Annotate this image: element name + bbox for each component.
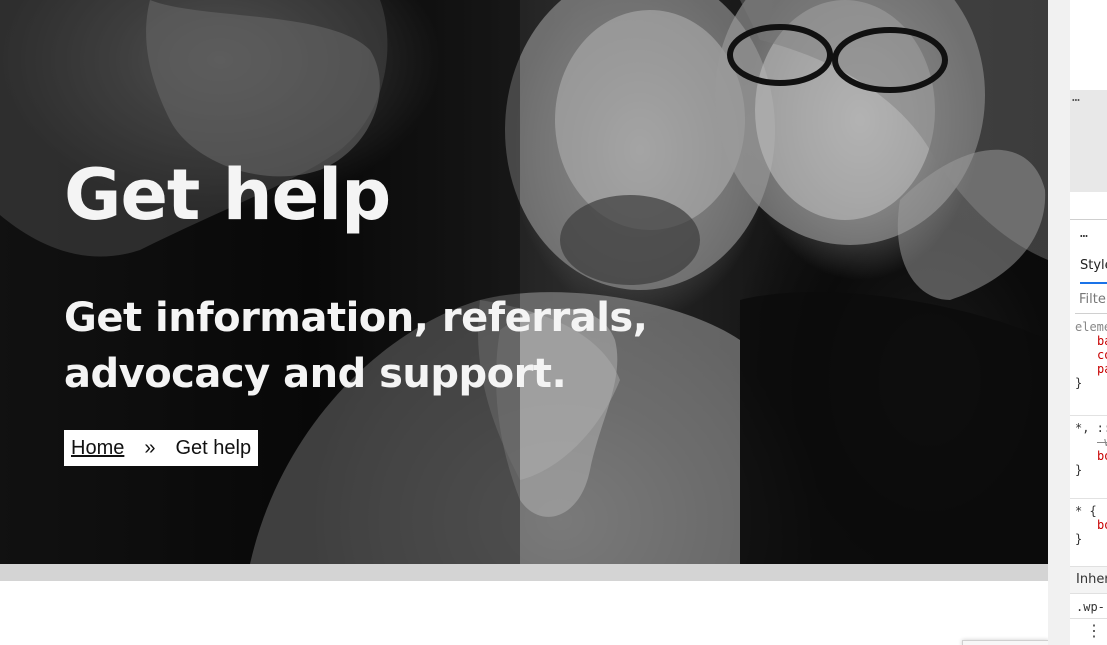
css-rule-separator xyxy=(1070,415,1107,416)
page-subtitle: Get information, referrals, advocacy and… xyxy=(64,295,648,397)
devtools-divider[interactable] xyxy=(1070,219,1107,220)
css-property[interactable]: color xyxy=(1075,348,1107,362)
dom-breadcrumb-ellipsis-icon[interactable]: … xyxy=(1080,226,1088,241)
devtools-panel: … … Styles Filter element.style { backgr… xyxy=(1048,0,1107,645)
breadcrumb: Home » Get help xyxy=(64,430,259,466)
css-close-brace: } xyxy=(1075,532,1083,546)
tab-styles[interactable]: Styles xyxy=(1080,250,1107,284)
devtools-gutter xyxy=(1048,0,1071,645)
css-property[interactable]: box-sizing xyxy=(1075,449,1107,463)
css-rule-universal-pseudo[interactable]: *, ::before, ::after { -webkit-box-sizin… xyxy=(1075,421,1107,477)
css-property-overridden[interactable]: -webkit-box-sizing xyxy=(1075,435,1107,449)
hero-bottom-border xyxy=(0,564,1048,581)
devtools-elements-pane: … … Styles Filter element.style { backgr… xyxy=(1070,0,1107,645)
css-rule-separator xyxy=(1070,498,1107,499)
page-title: Get help xyxy=(64,154,391,236)
css-property[interactable]: padding xyxy=(1075,362,1107,376)
dom-tree-area xyxy=(1070,0,1107,90)
css-rule-universal[interactable]: * { box-sizing } xyxy=(1075,504,1107,546)
inherited-selector[interactable]: .wp- xyxy=(1076,600,1105,614)
css-selector: *, ::before, ::after { xyxy=(1075,421,1107,435)
css-selector: element.style { xyxy=(1075,320,1107,334)
css-property[interactable]: background xyxy=(1075,334,1107,348)
css-rule-element-style[interactable]: element.style { background color padding… xyxy=(1075,320,1107,390)
breadcrumb-separator: » xyxy=(144,436,156,459)
inherited-from-header: Inherited from xyxy=(1070,566,1107,594)
hero-photo xyxy=(0,0,1048,564)
floating-widget-edge xyxy=(962,640,1048,645)
dom-tree-ellipsis-icon[interactable]: … xyxy=(1072,90,1081,105)
css-close-brace: } xyxy=(1075,376,1083,390)
css-close-brace: } xyxy=(1075,463,1083,477)
more-options-icon[interactable]: ⋮ xyxy=(1086,623,1102,639)
breadcrumb-home-link[interactable]: Home xyxy=(71,437,124,460)
hero-banner: Get help Get information, referrals, adv… xyxy=(0,0,1048,564)
css-selector: * { xyxy=(1075,504,1097,518)
devtools-more-row: ⋮ xyxy=(1070,618,1107,645)
css-property[interactable]: box-sizing xyxy=(1075,518,1107,532)
breadcrumb-current: Get help xyxy=(175,436,252,459)
page-viewport: Get help Get information, referrals, adv… xyxy=(0,0,1048,645)
styles-filter-input[interactable]: Filter xyxy=(1075,286,1107,314)
dom-tree-selected-node[interactable] xyxy=(1070,90,1107,192)
